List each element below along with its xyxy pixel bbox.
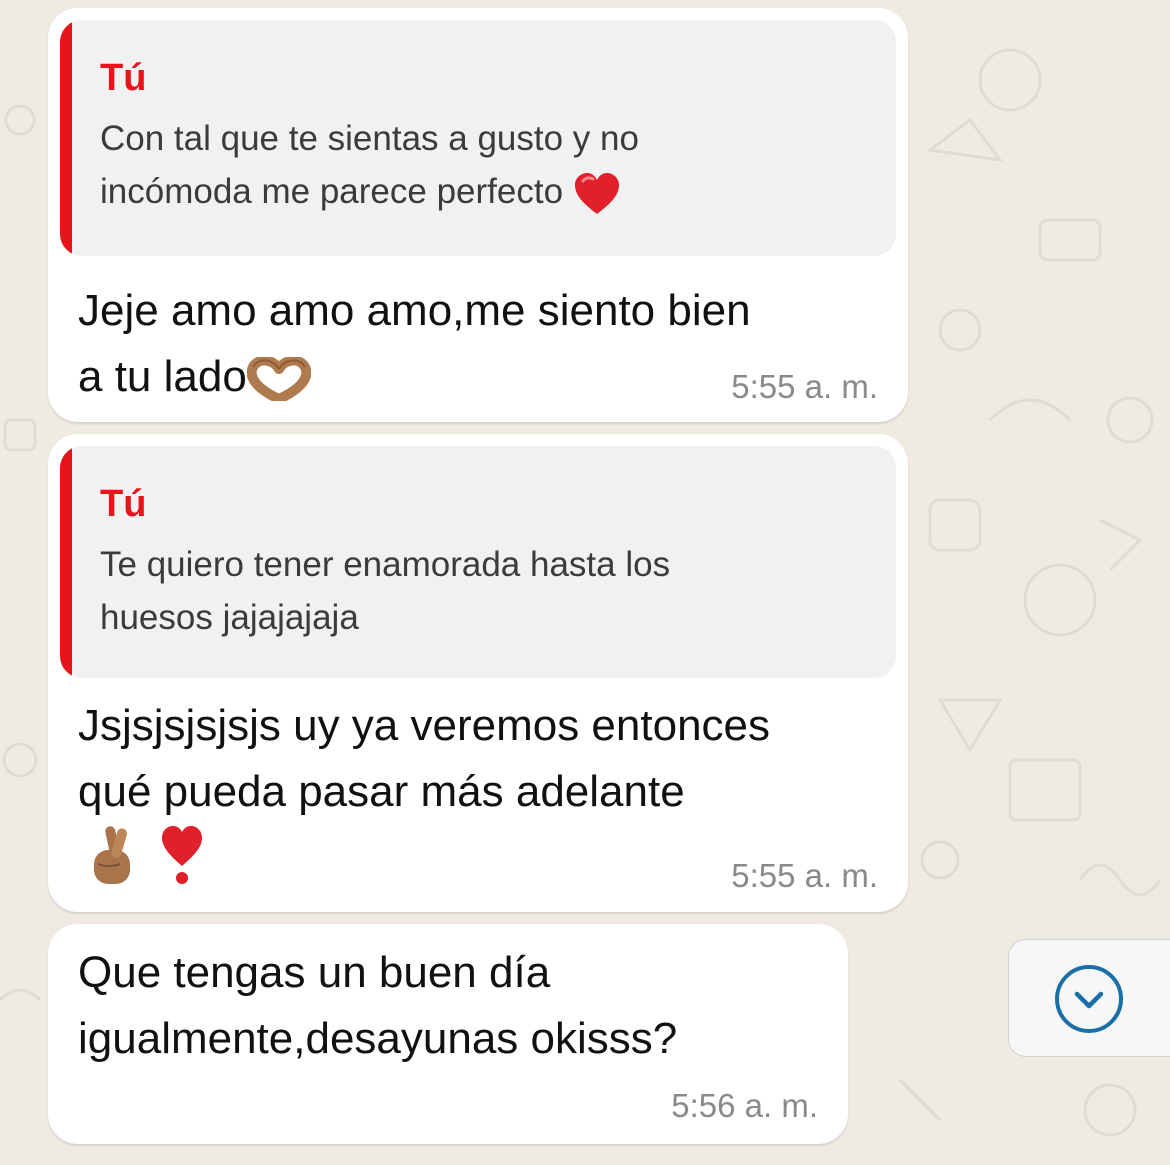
heart-exclamation-icon [162,826,202,884]
message-text: Que tengas un buen día igualmente,desayu… [78,948,678,1063]
quoted-message[interactable]: Tú Te quiero tener enamorada hasta los h… [60,446,896,678]
message-time: 5:56 a. m. [671,1087,818,1124]
quote-author: Tú [100,57,147,99]
quote-text: Te quiero tener enamorada hasta los hues… [100,545,671,637]
crossed-fingers-icon [94,826,130,884]
chevron-down-circle-icon [1055,965,1123,1033]
heart-hands-icon [246,357,311,402]
message-time: 5:55 a. m. [731,368,878,405]
message-bubble[interactable]: Tú Te quiero tener enamorada hasta los h… [48,434,908,912]
message-bubble[interactable]: Que tengas un buen día igualmente,desayu… [48,924,848,1144]
quote-text: Con tal que te sientas a gusto y no incó… [100,112,876,218]
message-text: Jsjsjsjsjsjs uy ya veremos entonces qué … [78,701,771,816]
red-heart-icon [574,172,619,214]
quote-accent-bar [60,20,72,256]
scroll-to-bottom-button[interactable] [1008,939,1170,1057]
quote-author: Tú [100,483,147,525]
message-time: 5:55 a. m. [731,857,878,894]
message-bubble[interactable]: Tú Con tal que te sientas a gusto y no i… [48,8,908,422]
quoted-message[interactable]: Tú Con tal que te sientas a gusto y no i… [60,20,896,256]
quote-accent-bar [60,446,72,678]
